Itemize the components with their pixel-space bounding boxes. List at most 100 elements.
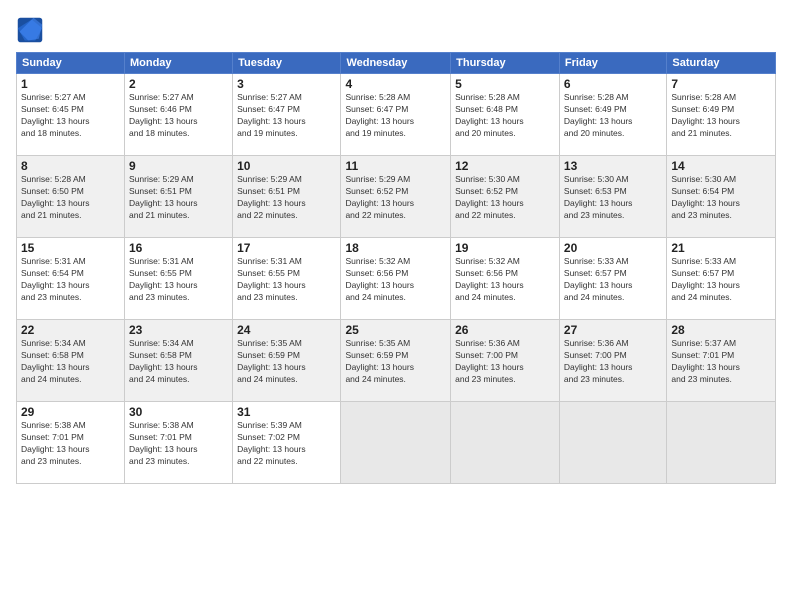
day-info: Sunrise: 5:37 AM Sunset: 7:01 PM Dayligh… <box>671 338 771 386</box>
day-info: Sunrise: 5:33 AM Sunset: 6:57 PM Dayligh… <box>671 256 771 304</box>
calendar-cell: 16Sunrise: 5:31 AM Sunset: 6:55 PM Dayli… <box>124 238 232 320</box>
calendar-cell: 1Sunrise: 5:27 AM Sunset: 6:45 PM Daylig… <box>17 74 125 156</box>
calendar-cell: 27Sunrise: 5:36 AM Sunset: 7:00 PM Dayli… <box>559 320 666 402</box>
week-row-3: 15Sunrise: 5:31 AM Sunset: 6:54 PM Dayli… <box>17 238 776 320</box>
calendar-cell <box>667 402 776 484</box>
calendar-cell: 18Sunrise: 5:32 AM Sunset: 6:56 PM Dayli… <box>341 238 451 320</box>
calendar-cell: 23Sunrise: 5:34 AM Sunset: 6:58 PM Dayli… <box>124 320 232 402</box>
calendar-cell <box>451 402 560 484</box>
day-info: Sunrise: 5:28 AM Sunset: 6:50 PM Dayligh… <box>21 174 120 222</box>
day-number: 3 <box>237 77 336 91</box>
day-number: 15 <box>21 241 120 255</box>
week-row-5: 29Sunrise: 5:38 AM Sunset: 7:01 PM Dayli… <box>17 402 776 484</box>
calendar-cell: 17Sunrise: 5:31 AM Sunset: 6:55 PM Dayli… <box>233 238 341 320</box>
day-number: 6 <box>564 77 662 91</box>
day-info: Sunrise: 5:33 AM Sunset: 6:57 PM Dayligh… <box>564 256 662 304</box>
week-row-4: 22Sunrise: 5:34 AM Sunset: 6:58 PM Dayli… <box>17 320 776 402</box>
day-info: Sunrise: 5:30 AM Sunset: 6:52 PM Dayligh… <box>455 174 555 222</box>
day-header-thursday: Thursday <box>451 53 560 74</box>
calendar-cell: 25Sunrise: 5:35 AM Sunset: 6:59 PM Dayli… <box>341 320 451 402</box>
calendar-cell: 30Sunrise: 5:38 AM Sunset: 7:01 PM Dayli… <box>124 402 232 484</box>
day-number: 24 <box>237 323 336 337</box>
day-info: Sunrise: 5:34 AM Sunset: 6:58 PM Dayligh… <box>21 338 120 386</box>
calendar-cell: 5Sunrise: 5:28 AM Sunset: 6:48 PM Daylig… <box>451 74 560 156</box>
calendar-cell <box>559 402 666 484</box>
calendar-cell: 3Sunrise: 5:27 AM Sunset: 6:47 PM Daylig… <box>233 74 341 156</box>
day-number: 4 <box>345 77 446 91</box>
calendar-cell <box>341 402 451 484</box>
day-info: Sunrise: 5:35 AM Sunset: 6:59 PM Dayligh… <box>345 338 446 386</box>
day-info: Sunrise: 5:31 AM Sunset: 6:55 PM Dayligh… <box>129 256 228 304</box>
day-number: 14 <box>671 159 771 173</box>
day-number: 30 <box>129 405 228 419</box>
calendar-cell: 28Sunrise: 5:37 AM Sunset: 7:01 PM Dayli… <box>667 320 776 402</box>
day-info: Sunrise: 5:28 AM Sunset: 6:49 PM Dayligh… <box>564 92 662 140</box>
day-number: 28 <box>671 323 771 337</box>
calendar: SundayMondayTuesdayWednesdayThursdayFrid… <box>16 52 776 484</box>
calendar-cell: 8Sunrise: 5:28 AM Sunset: 6:50 PM Daylig… <box>17 156 125 238</box>
day-number: 17 <box>237 241 336 255</box>
day-number: 16 <box>129 241 228 255</box>
calendar-body: 1Sunrise: 5:27 AM Sunset: 6:45 PM Daylig… <box>17 74 776 484</box>
day-info: Sunrise: 5:29 AM Sunset: 6:51 PM Dayligh… <box>237 174 336 222</box>
calendar-cell: 19Sunrise: 5:32 AM Sunset: 6:56 PM Dayli… <box>451 238 560 320</box>
calendar-cell: 26Sunrise: 5:36 AM Sunset: 7:00 PM Dayli… <box>451 320 560 402</box>
calendar-cell: 29Sunrise: 5:38 AM Sunset: 7:01 PM Dayli… <box>17 402 125 484</box>
calendar-cell: 24Sunrise: 5:35 AM Sunset: 6:59 PM Dayli… <box>233 320 341 402</box>
calendar-cell: 31Sunrise: 5:39 AM Sunset: 7:02 PM Dayli… <box>233 402 341 484</box>
week-row-2: 8Sunrise: 5:28 AM Sunset: 6:50 PM Daylig… <box>17 156 776 238</box>
day-number: 19 <box>455 241 555 255</box>
logo <box>16 16 48 44</box>
page: SundayMondayTuesdayWednesdayThursdayFrid… <box>0 0 792 612</box>
day-info: Sunrise: 5:27 AM Sunset: 6:46 PM Dayligh… <box>129 92 228 140</box>
day-info: Sunrise: 5:28 AM Sunset: 6:48 PM Dayligh… <box>455 92 555 140</box>
day-info: Sunrise: 5:27 AM Sunset: 6:47 PM Dayligh… <box>237 92 336 140</box>
day-number: 1 <box>21 77 120 91</box>
day-info: Sunrise: 5:27 AM Sunset: 6:45 PM Dayligh… <box>21 92 120 140</box>
calendar-cell: 13Sunrise: 5:30 AM Sunset: 6:53 PM Dayli… <box>559 156 666 238</box>
day-number: 31 <box>237 405 336 419</box>
day-header-wednesday: Wednesday <box>341 53 451 74</box>
day-number: 29 <box>21 405 120 419</box>
day-number: 7 <box>671 77 771 91</box>
calendar-cell: 12Sunrise: 5:30 AM Sunset: 6:52 PM Dayli… <box>451 156 560 238</box>
logo-icon <box>16 16 44 44</box>
day-info: Sunrise: 5:32 AM Sunset: 6:56 PM Dayligh… <box>345 256 446 304</box>
day-header-sunday: Sunday <box>17 53 125 74</box>
day-header-tuesday: Tuesday <box>233 53 341 74</box>
day-info: Sunrise: 5:32 AM Sunset: 6:56 PM Dayligh… <box>455 256 555 304</box>
calendar-cell: 10Sunrise: 5:29 AM Sunset: 6:51 PM Dayli… <box>233 156 341 238</box>
day-info: Sunrise: 5:29 AM Sunset: 6:52 PM Dayligh… <box>345 174 446 222</box>
day-number: 18 <box>345 241 446 255</box>
day-info: Sunrise: 5:28 AM Sunset: 6:47 PM Dayligh… <box>345 92 446 140</box>
day-header-monday: Monday <box>124 53 232 74</box>
calendar-cell: 4Sunrise: 5:28 AM Sunset: 6:47 PM Daylig… <box>341 74 451 156</box>
calendar-cell: 9Sunrise: 5:29 AM Sunset: 6:51 PM Daylig… <box>124 156 232 238</box>
calendar-cell: 22Sunrise: 5:34 AM Sunset: 6:58 PM Dayli… <box>17 320 125 402</box>
day-number: 22 <box>21 323 120 337</box>
day-number: 25 <box>345 323 446 337</box>
day-info: Sunrise: 5:38 AM Sunset: 7:01 PM Dayligh… <box>21 420 120 468</box>
day-info: Sunrise: 5:28 AM Sunset: 6:49 PM Dayligh… <box>671 92 771 140</box>
calendar-cell: 15Sunrise: 5:31 AM Sunset: 6:54 PM Dayli… <box>17 238 125 320</box>
day-info: Sunrise: 5:39 AM Sunset: 7:02 PM Dayligh… <box>237 420 336 468</box>
day-info: Sunrise: 5:38 AM Sunset: 7:01 PM Dayligh… <box>129 420 228 468</box>
calendar-cell: 6Sunrise: 5:28 AM Sunset: 6:49 PM Daylig… <box>559 74 666 156</box>
day-number: 13 <box>564 159 662 173</box>
day-number: 12 <box>455 159 555 173</box>
day-number: 11 <box>345 159 446 173</box>
calendar-cell: 20Sunrise: 5:33 AM Sunset: 6:57 PM Dayli… <box>559 238 666 320</box>
day-info: Sunrise: 5:34 AM Sunset: 6:58 PM Dayligh… <box>129 338 228 386</box>
calendar-cell: 7Sunrise: 5:28 AM Sunset: 6:49 PM Daylig… <box>667 74 776 156</box>
calendar-cell: 2Sunrise: 5:27 AM Sunset: 6:46 PM Daylig… <box>124 74 232 156</box>
day-number: 27 <box>564 323 662 337</box>
calendar-cell: 21Sunrise: 5:33 AM Sunset: 6:57 PM Dayli… <box>667 238 776 320</box>
day-header-saturday: Saturday <box>667 53 776 74</box>
day-info: Sunrise: 5:31 AM Sunset: 6:54 PM Dayligh… <box>21 256 120 304</box>
day-info: Sunrise: 5:29 AM Sunset: 6:51 PM Dayligh… <box>129 174 228 222</box>
day-header-friday: Friday <box>559 53 666 74</box>
day-number: 5 <box>455 77 555 91</box>
day-number: 9 <box>129 159 228 173</box>
calendar-header-row: SundayMondayTuesdayWednesdayThursdayFrid… <box>17 53 776 74</box>
day-number: 8 <box>21 159 120 173</box>
